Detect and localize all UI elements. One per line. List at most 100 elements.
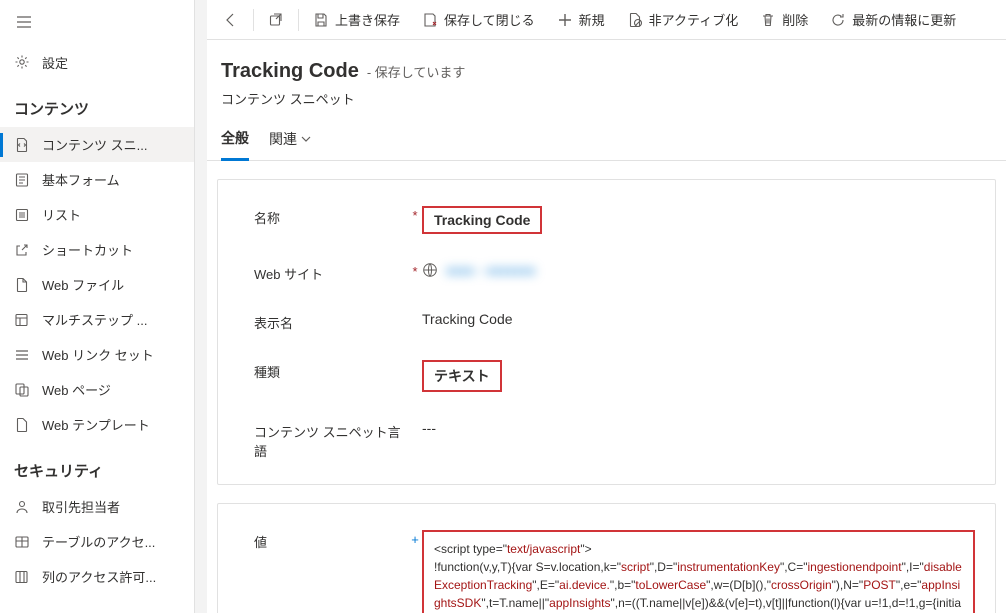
sidebar-item-label: テーブルのアクセ... xyxy=(42,532,155,551)
deactivate-button[interactable]: 非アクティブ化 xyxy=(617,0,749,40)
sidebar-item-label: Web テンプレート xyxy=(42,415,150,434)
sidebar-item-web-file[interactable]: Web ファイル xyxy=(0,267,194,302)
save-status: - 保存しています xyxy=(367,62,466,81)
value-panel: 値 + <script type="text/javascript"> !fun… xyxy=(217,503,996,613)
name-value: Tracking Code xyxy=(422,206,542,234)
save-close-label: 保存して閉じる xyxy=(444,10,535,29)
sidebar-item-web-linkset[interactable]: Web リンク セット xyxy=(0,337,194,372)
list-icon xyxy=(14,207,30,223)
sidebar-item-list[interactable]: リスト xyxy=(0,197,194,232)
display-value: Tracking Code xyxy=(422,311,513,327)
sidebar-item-label: ショートカット xyxy=(42,240,133,259)
delete-button[interactable]: 削除 xyxy=(750,0,818,40)
required-marker xyxy=(408,418,422,422)
page-icon xyxy=(14,382,30,398)
sidebar-item-label: マルチステップ ... xyxy=(42,310,147,329)
back-button[interactable] xyxy=(213,0,249,40)
content: 名称 * Tracking Code Web サイト * xxxx - xxxx… xyxy=(207,161,1006,613)
table-icon xyxy=(14,534,30,550)
sidebar-item-label: Web ページ xyxy=(42,380,111,399)
template-icon xyxy=(14,417,30,433)
refresh-button[interactable]: 最新の情報に更新 xyxy=(820,0,966,40)
deactivate-icon xyxy=(627,12,643,28)
sidebar-item-basic-form[interactable]: 基本フォーム xyxy=(0,162,194,197)
refresh-icon xyxy=(830,12,846,28)
snippet-icon xyxy=(14,137,30,153)
back-icon xyxy=(223,12,239,28)
type-label: 種類 xyxy=(254,358,408,381)
sidebar-item-contacts[interactable]: 取引先担当者 xyxy=(0,489,194,524)
sidebar-item-table-access[interactable]: テーブルのアクセ... xyxy=(0,524,194,559)
scrollbar[interactable] xyxy=(195,0,207,613)
linkset-icon xyxy=(14,347,30,363)
sidebar-item-label: 取引先担当者 xyxy=(42,497,120,516)
website-label: Web サイト xyxy=(254,260,408,283)
file-icon xyxy=(14,277,30,293)
sidebar-item-label: Web リンク セット xyxy=(42,345,154,364)
open-new-button[interactable] xyxy=(258,0,294,40)
tab-related[interactable]: 関連 xyxy=(269,128,311,160)
code-value: <script type="text/javascript"> !functio… xyxy=(422,530,975,613)
sidebar-item-label: 列のアクセス許可... xyxy=(42,567,156,586)
tab-general[interactable]: 全般 xyxy=(221,128,249,161)
required-marker: * xyxy=(408,204,422,223)
multistep-icon xyxy=(14,312,30,328)
sidebar-item-shortcut[interactable]: ショートカット xyxy=(0,232,194,267)
form-panel: 名称 * Tracking Code Web サイト * xxxx - xxxx… xyxy=(217,179,996,485)
sidebar-item-multistep[interactable]: マルチステップ ... xyxy=(0,302,194,337)
required-marker: * xyxy=(408,260,422,279)
name-field[interactable]: Tracking Code xyxy=(422,204,975,234)
lang-field[interactable]: --- xyxy=(422,418,975,436)
type-field[interactable]: テキスト xyxy=(422,358,975,392)
new-button[interactable]: 新規 xyxy=(547,0,615,40)
sidebar-item-label: 基本フォーム xyxy=(42,170,120,189)
sidebar-section-security: セキュリティ xyxy=(0,442,194,489)
required-marker xyxy=(408,309,422,313)
column-icon xyxy=(14,569,30,585)
save-icon xyxy=(313,12,329,28)
type-value: テキスト xyxy=(422,360,502,392)
hamburger-button[interactable] xyxy=(4,6,44,38)
delete-icon xyxy=(760,12,776,28)
save-button[interactable]: 上書き保存 xyxy=(303,0,410,40)
chevron-down-icon xyxy=(301,134,311,144)
info-marker: + xyxy=(408,528,422,547)
sidebar-settings[interactable]: 設定 xyxy=(0,44,194,80)
sidebar-item-web-page[interactable]: Web ページ xyxy=(0,372,194,407)
deactivate-label: 非アクティブ化 xyxy=(649,10,739,29)
shortcut-icon xyxy=(14,242,30,258)
separator xyxy=(253,9,254,31)
save-close-icon xyxy=(422,12,438,28)
display-label: 表示名 xyxy=(254,309,408,332)
separator xyxy=(298,9,299,31)
save-close-button[interactable]: 保存して閉じる xyxy=(412,0,545,40)
person-icon xyxy=(14,499,30,515)
main: 上書き保存 保存して閉じる 新規 非アクティブ化 削除 最新の情報に更新 xyxy=(207,0,1006,613)
value-label: 値 xyxy=(254,528,408,551)
sidebar-section-contents: コンテンツ xyxy=(0,80,194,127)
page-title: Tracking Code xyxy=(221,60,359,83)
name-label: 名称 xyxy=(254,204,408,227)
globe-icon xyxy=(422,262,438,278)
display-field[interactable]: Tracking Code xyxy=(422,309,975,327)
header: Tracking Code - 保存しています コンテンツ スニペット xyxy=(207,40,1006,118)
save-label: 上書き保存 xyxy=(335,10,400,29)
plus-icon xyxy=(557,12,573,28)
sidebar-item-web-template[interactable]: Web テンプレート xyxy=(0,407,194,442)
sidebar: 設定 コンテンツ コンテンツ スニ... 基本フォーム リスト ショートカット … xyxy=(0,0,195,613)
open-new-icon xyxy=(268,12,284,28)
required-marker xyxy=(408,358,422,362)
sidebar-item-content-snippet[interactable]: コンテンツ スニ... xyxy=(0,127,194,162)
toolbar: 上書き保存 保存して閉じる 新規 非アクティブ化 削除 最新の情報に更新 xyxy=(207,0,1006,40)
form-icon xyxy=(14,172,30,188)
value-field[interactable]: <script type="text/javascript"> !functio… xyxy=(422,528,975,613)
tabs: 全般 関連 xyxy=(207,118,1006,161)
website-field[interactable]: xxxx - xxxxxxx xyxy=(422,260,975,281)
lang-value: --- xyxy=(422,420,436,436)
new-label: 新規 xyxy=(579,10,605,29)
sidebar-item-column-access[interactable]: 列のアクセス許可... xyxy=(0,559,194,594)
website-value: xxxx - xxxxxxx xyxy=(446,262,535,278)
sidebar-settings-label: 設定 xyxy=(42,53,68,72)
sidebar-item-label: Web ファイル xyxy=(42,275,124,294)
gear-icon xyxy=(14,54,30,70)
